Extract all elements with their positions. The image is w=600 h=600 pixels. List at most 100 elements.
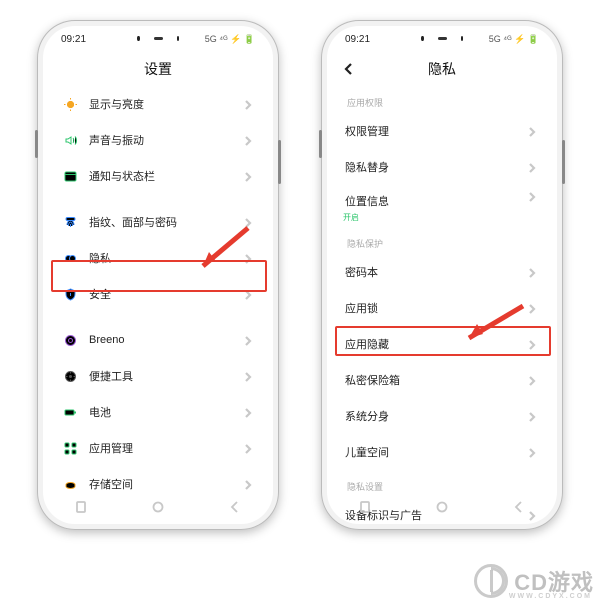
settings-row-breeno[interactable]: Breeno	[49, 322, 267, 358]
settings-row-sound[interactable]: 声音与振动	[49, 122, 267, 158]
row-label: 安全	[89, 286, 243, 302]
nav-back-icon[interactable]	[228, 500, 242, 514]
chevron-right-icon	[527, 337, 541, 351]
row-label: 存储空间	[89, 476, 243, 492]
settings-row-notify[interactable]: 通知与状态栏	[49, 158, 267, 194]
chevron-right-icon	[243, 441, 257, 455]
tools-icon	[59, 369, 81, 384]
settings-row-apps[interactable]: 应用管理	[49, 430, 267, 466]
settings-list: 显示与亮度声音与振动通知与状态栏指纹、面部与密码隐私安全 Breeno 便捷工具电池…	[43, 86, 273, 524]
row-label: 声音与振动	[89, 132, 243, 148]
row-label: 位置信息	[345, 193, 527, 209]
chevron-right-icon	[243, 405, 257, 419]
row-label: 隐私替身	[345, 159, 527, 175]
settings-row-fingerprint[interactable]: 指纹、面部与密码	[49, 204, 267, 240]
breeno-icon	[59, 333, 81, 348]
chevron-right-icon	[527, 124, 541, 138]
row-label: 应用锁	[345, 300, 527, 316]
chevron-right-icon	[243, 333, 257, 347]
statusbar-indicators: 5G ⁴ᴳ ⚡ 🔋	[489, 34, 539, 45]
row-label: 隐私	[89, 250, 243, 266]
battery-icon	[59, 405, 81, 420]
chevron-right-icon	[243, 97, 257, 111]
row-label: Breeno	[89, 334, 243, 346]
notch	[137, 34, 179, 42]
row-label: 权限管理	[345, 123, 527, 139]
chevron-right-icon	[243, 251, 257, 265]
page-header: 隐私	[327, 52, 557, 86]
chevron-right-icon	[527, 265, 541, 279]
section-header: 隐私保护	[333, 227, 551, 254]
settings-row-privacy[interactable]: 隐私	[49, 240, 267, 276]
privacy-row[interactable]: 隐私替身	[333, 149, 551, 185]
nav-recent-icon[interactable]	[358, 500, 372, 514]
row-label: 应用隐藏	[345, 336, 527, 352]
watermark-logo-icon	[474, 564, 508, 598]
settings-row-security[interactable]: 安全	[49, 276, 267, 312]
android-navbar[interactable]	[327, 496, 557, 518]
watermark-url: WWW.CDYX.COM	[509, 593, 592, 600]
row-label: 指纹、面部与密码	[89, 214, 243, 230]
nav-home-icon[interactable]	[435, 500, 449, 514]
statusbar-time: 09:21	[345, 34, 370, 45]
row-label: 显示与亮度	[89, 96, 243, 112]
privacy-list: 应用权限权限管理隐私替身位置信息开启隐私保护密码本应用锁应用隐藏私密保险箱系统分…	[327, 86, 557, 524]
row-label: 其他设置	[89, 522, 243, 524]
privacy-row[interactable]: 私密保险箱	[333, 362, 551, 398]
nav-home-icon[interactable]	[151, 500, 165, 514]
row-label: 密码本	[345, 264, 527, 280]
chevron-right-icon	[527, 373, 541, 387]
page-title: 隐私	[428, 59, 456, 79]
privacy-row[interactable]: 权限管理	[333, 113, 551, 149]
screen-right: 09:21 5G ⁴ᴳ ⚡ 🔋 隐私 应用权限权限管理隐私替身位置信息开启隐私保…	[327, 26, 557, 524]
chevron-right-icon	[243, 287, 257, 301]
chevron-right-icon	[243, 369, 257, 383]
privacy-row[interactable]: 儿童空间	[333, 434, 551, 470]
row-label: 通知与状态栏	[89, 168, 243, 184]
brightness-icon	[59, 97, 81, 112]
chevron-right-icon	[243, 169, 257, 183]
other-icon	[59, 523, 81, 525]
page-header: 设置	[43, 52, 273, 86]
chevron-right-icon	[527, 409, 541, 423]
chevron-right-icon	[243, 477, 257, 491]
nav-back-icon[interactable]	[512, 500, 526, 514]
back-button[interactable]	[341, 61, 357, 77]
row-label: 系统分身	[345, 408, 527, 424]
storage-icon	[59, 477, 81, 492]
statusbar-time: 09:21	[61, 34, 86, 45]
privacy-row[interactable]: 位置信息开启	[333, 185, 551, 227]
chevron-right-icon	[243, 133, 257, 147]
phone-left: 09:21 5G ⁴ᴳ ⚡ 🔋 设置 显示与亮度声音与振动通知与状态栏指纹、面部…	[37, 20, 279, 530]
row-label: 应用管理	[89, 440, 243, 456]
privacy-row[interactable]: 应用锁	[333, 290, 551, 326]
row-label: 电池	[89, 404, 243, 420]
sound-icon	[59, 133, 81, 148]
section-header: 应用权限	[333, 86, 551, 113]
section-header: 隐私设置	[333, 470, 551, 497]
chevron-right-icon	[243, 523, 257, 524]
chevron-right-icon	[527, 445, 541, 459]
chevron-right-icon	[243, 215, 257, 229]
apps-icon	[59, 441, 81, 456]
privacy-row[interactable]: 应用隐藏	[333, 326, 551, 362]
chevron-right-icon	[527, 160, 541, 174]
android-navbar[interactable]	[43, 496, 273, 518]
privacy-row[interactable]: 系统分身	[333, 398, 551, 434]
chevron-right-icon	[527, 301, 541, 315]
statusbar-indicators: 5G ⁴ᴳ ⚡ 🔋	[205, 34, 255, 45]
phone-right: 09:21 5G ⁴ᴳ ⚡ 🔋 隐私 应用权限权限管理隐私替身位置信息开启隐私保…	[321, 20, 563, 530]
watermark: CD游戏 WWW.CDYX.COM	[474, 564, 594, 598]
row-label: 儿童空间	[345, 444, 527, 460]
page-title: 设置	[144, 59, 172, 79]
chevron-right-icon	[527, 189, 541, 203]
settings-row-battery[interactable]: 电池	[49, 394, 267, 430]
row-label: 便捷工具	[89, 368, 243, 384]
privacy-row[interactable]: 密码本	[333, 254, 551, 290]
nav-recent-icon[interactable]	[74, 500, 88, 514]
security-icon	[59, 287, 81, 302]
privacy-icon	[59, 251, 81, 266]
fingerprint-icon	[59, 215, 81, 230]
settings-row-tools[interactable]: 便捷工具	[49, 358, 267, 394]
settings-row-brightness[interactable]: 显示与亮度	[49, 86, 267, 122]
